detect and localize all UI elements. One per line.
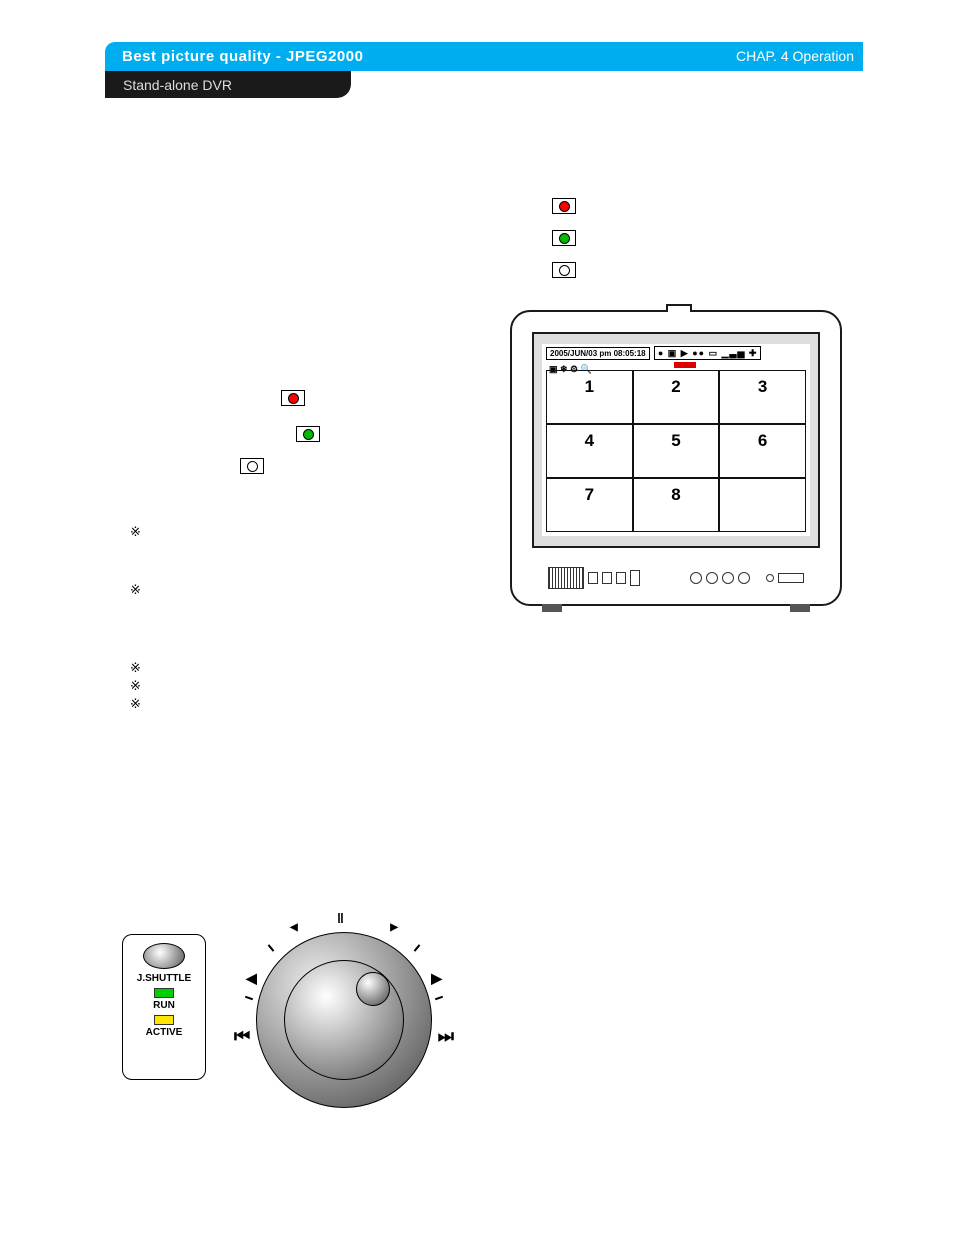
bullet-3: ※ bbox=[130, 660, 141, 676]
speaker-grille-icon bbox=[548, 567, 584, 589]
tick-fast-rev-icon: ⏮ bbox=[234, 1026, 250, 1047]
grid-cell: 4 bbox=[546, 424, 633, 478]
grid-cell: 8 bbox=[633, 478, 720, 532]
bullet-1: ※ bbox=[130, 524, 141, 540]
monitor-knob bbox=[706, 572, 718, 584]
monitor-knob bbox=[722, 572, 734, 584]
chapter-label: CHAP. 4 Operation bbox=[736, 48, 854, 64]
monitor-button bbox=[778, 573, 804, 583]
monitor-button bbox=[602, 572, 612, 584]
active-label: ACTIVE bbox=[123, 1027, 205, 1038]
run-label: RUN bbox=[123, 1000, 205, 1011]
datetime: 2005/JUN/03 pm 08:05:18 bbox=[546, 347, 650, 360]
tick-fast-fwd-icon: ⏭ bbox=[438, 1026, 454, 1047]
monitor-foot bbox=[542, 604, 562, 612]
monitor-grid: 1 2 3 4 5 6 7 8 bbox=[546, 370, 806, 532]
bullet-2: ※ bbox=[130, 582, 141, 598]
active-led-icon bbox=[154, 1015, 174, 1025]
title-prefix: Best picture quality bbox=[122, 48, 271, 65]
monitor-controls bbox=[548, 564, 804, 592]
grid-cell: 6 bbox=[719, 424, 806, 478]
grid-cell bbox=[719, 478, 806, 532]
bullet-5: ※ bbox=[130, 696, 141, 712]
grid-cell: 3 bbox=[719, 370, 806, 424]
monitor-foot bbox=[790, 604, 810, 612]
legend-box-white bbox=[552, 262, 576, 278]
tick-rev-icon: ◀ bbox=[290, 922, 298, 933]
status-icons: ● ▣ ▶ ●● ▭ ▁▃▅ ✚ bbox=[654, 346, 762, 360]
monitor-led bbox=[766, 574, 774, 582]
legend-box-red bbox=[552, 198, 576, 214]
page: { "header": { "title_prefix": "Best pict… bbox=[0, 0, 954, 1235]
legend-box-green bbox=[552, 230, 576, 246]
monitor-statusbar: 2005/JUN/03 pm 08:05:18 ● ▣ ▶ ●● ▭ ▁▃▅ ✚… bbox=[546, 348, 806, 368]
subtitle-bar: Stand-alone DVR bbox=[105, 71, 351, 98]
page-title: Best picture quality - JPEG2000 bbox=[122, 48, 363, 65]
tick-fwd-icon: ▶ bbox=[431, 970, 442, 987]
monitor-illustration: 2005/JUN/03 pm 08:05:18 ● ▣ ▶ ●● ▭ ▁▃▅ ✚… bbox=[510, 310, 842, 606]
jog-wheel[interactable]: ‖ ◀ ◀ ⏮ ▶ ▶ ⏭ bbox=[234, 910, 454, 1130]
bullet-4: ※ bbox=[130, 678, 141, 694]
jshuttle-panel: J.SHUTTLE RUN ACTIVE bbox=[122, 934, 206, 1080]
grid-cell: 7 bbox=[546, 478, 633, 532]
monitor-button bbox=[588, 572, 598, 584]
subtitle: Stand-alone DVR bbox=[123, 77, 232, 93]
body-dot-green bbox=[296, 426, 320, 442]
tick-rev-icon: ◀ bbox=[246, 970, 257, 987]
tick-fwd-icon: ▶ bbox=[390, 922, 398, 933]
body-dot-white bbox=[240, 458, 264, 474]
run-led-icon bbox=[154, 988, 174, 998]
jog-dimple bbox=[356, 972, 390, 1006]
grid-cell: 2 bbox=[633, 370, 720, 424]
grid-cell: 5 bbox=[633, 424, 720, 478]
monitor-knob bbox=[690, 572, 702, 584]
jshuttle-title: J.SHUTTLE bbox=[123, 973, 205, 984]
jshuttle-button[interactable] bbox=[143, 943, 185, 969]
body-dot-red bbox=[281, 390, 305, 406]
monitor-button bbox=[616, 572, 626, 584]
grid-cell: 1 bbox=[546, 370, 633, 424]
title-suffix: JPEG2000 bbox=[286, 48, 363, 65]
monitor-button bbox=[630, 570, 640, 586]
tick-pause-icon: ‖ bbox=[337, 910, 344, 926]
monitor-knob bbox=[738, 572, 750, 584]
